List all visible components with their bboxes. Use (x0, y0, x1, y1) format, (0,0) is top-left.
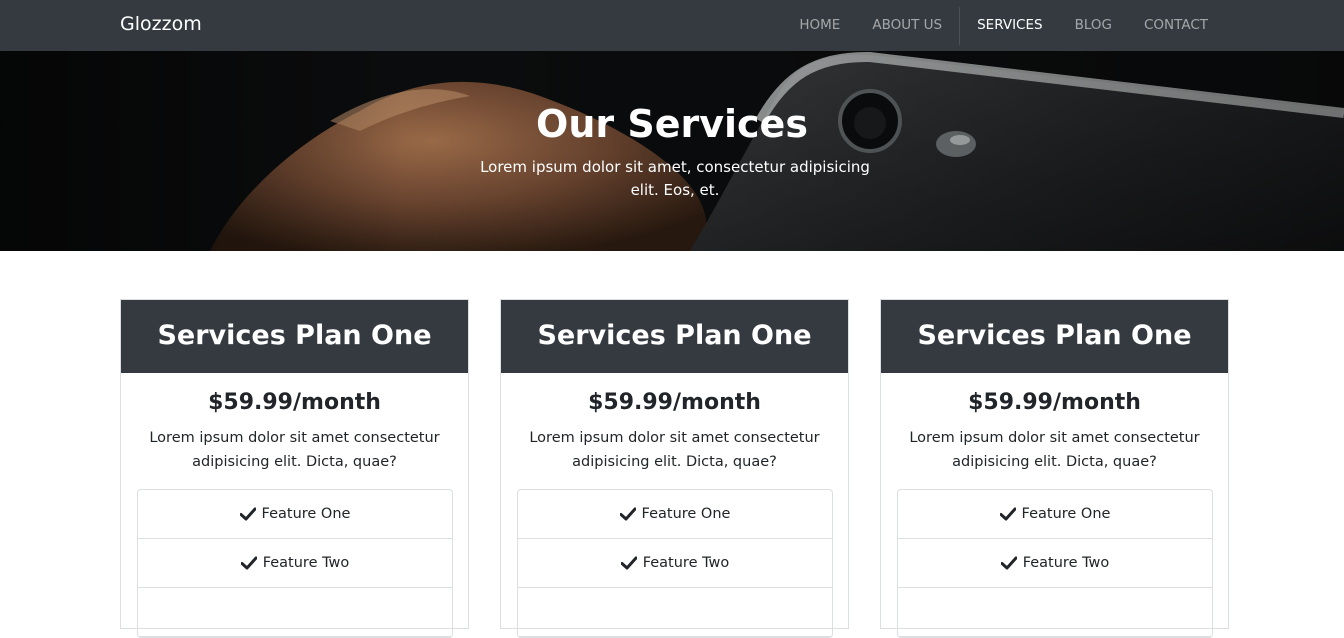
list-item (138, 588, 452, 637)
card-price: $59.99/month (968, 390, 1141, 415)
nav-item-services[interactable]: SERVICES (961, 0, 1058, 51)
card-description: Lorem ipsum dolor sit amet consectetur a… (529, 430, 820, 470)
navbar: Glozzom HOME ABOUT US SERVICES BLOG CONT… (0, 0, 1344, 51)
feature-label: Feature Two (642, 555, 730, 571)
check-icon (999, 507, 1016, 521)
list-item: Feature One (138, 490, 452, 539)
check-icon (620, 556, 637, 570)
list-item (898, 588, 1212, 637)
check-icon (1000, 556, 1017, 570)
pricing-card-1: Services Plan One $59.99/month Lorem ips… (120, 299, 469, 638)
feature-label: Feature One (1021, 506, 1111, 522)
page-title: Our Services (536, 102, 808, 146)
feature-label: Feature One (261, 506, 351, 522)
card-price: $59.99/month (588, 390, 761, 415)
feature-label: Feature Two (262, 555, 350, 571)
list-item: Feature Two (138, 539, 452, 588)
brand-logo[interactable]: Glozzom (120, 11, 202, 37)
feature-label: Feature One (641, 506, 731, 522)
list-item: Feature Two (898, 539, 1212, 588)
nav-divider (959, 6, 961, 45)
card-title: Services Plan One (501, 300, 848, 373)
feature-list: Feature One Feature Two (517, 489, 833, 638)
hero-background-image (0, 51, 1344, 251)
nav-item-blog[interactable]: BLOG (1059, 0, 1128, 51)
feature-label: Feature Two (1022, 555, 1110, 571)
hero-subtitle: Lorem ipsum dolor sit amet, consectetur … (480, 158, 870, 199)
nav-item-contact[interactable]: CONTACT (1128, 0, 1224, 51)
card-title: Services Plan One (881, 300, 1228, 373)
nav-menu: HOME ABOUT US SERVICES BLOG CONTACT (783, 0, 1224, 51)
card-title: Services Plan One (121, 300, 468, 373)
pricing-card-3: Services Plan One $59.99/month Lorem ips… (880, 299, 1229, 638)
check-icon (619, 507, 636, 521)
pricing-card-2: Services Plan One $59.99/month Lorem ips… (500, 299, 849, 638)
nav-item-about-us[interactable]: ABOUT US (856, 0, 958, 51)
card-description: Lorem ipsum dolor sit amet consectetur a… (909, 430, 1200, 470)
feature-list: Feature One Feature Two (137, 489, 453, 638)
check-icon (239, 507, 256, 521)
card-description: Lorem ipsum dolor sit amet consectetur a… (149, 430, 440, 470)
list-item (518, 588, 832, 637)
list-item: Feature One (898, 490, 1212, 539)
nav-item-home[interactable]: HOME (783, 0, 856, 51)
check-icon (240, 556, 257, 570)
list-item: Feature One (518, 490, 832, 539)
list-item: Feature Two (518, 539, 832, 588)
card-price: $59.99/month (208, 390, 381, 415)
hero-banner: Our Services Lorem ipsum dolor sit amet,… (0, 51, 1344, 251)
feature-list: Feature One Feature Two (897, 489, 1213, 638)
